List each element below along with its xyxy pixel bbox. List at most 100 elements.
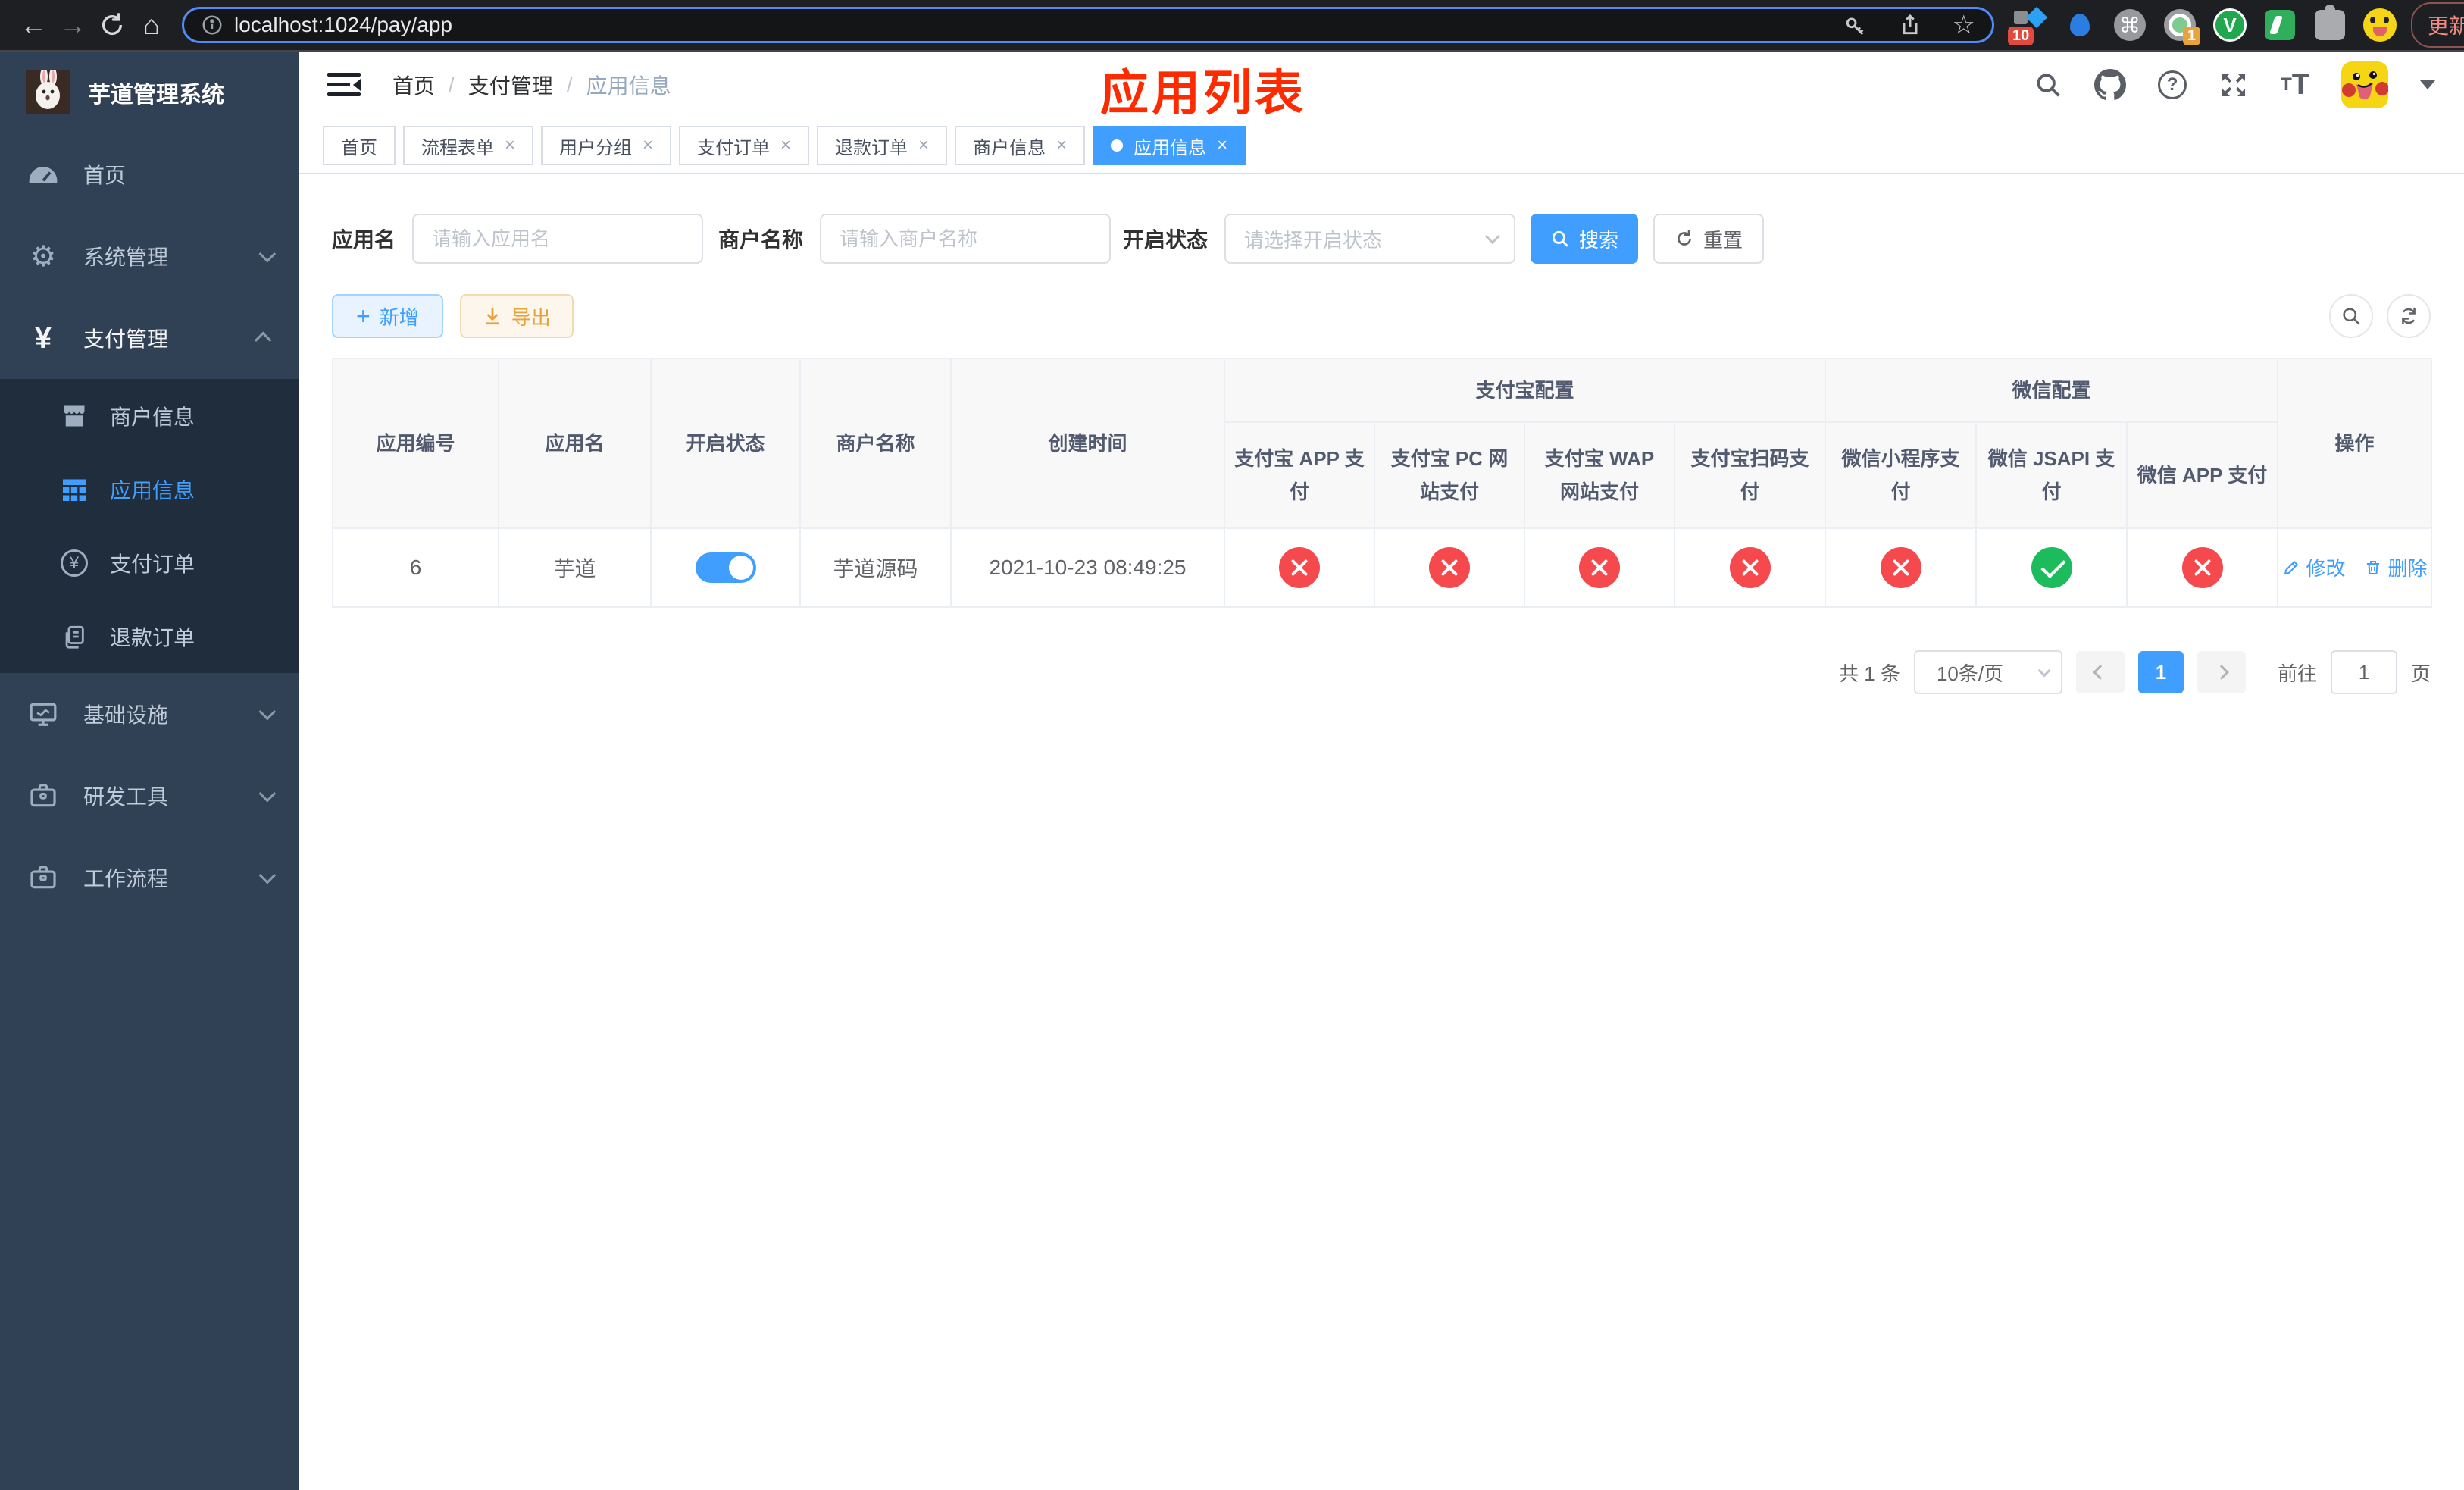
total-count: 共 1 条 (1839, 662, 1900, 685)
breadcrumb: 首页 / 支付管理 / 应用信息 (392, 70, 671, 100)
sidebar-logo[interactable]: 芋道管理系统 (0, 52, 299, 133)
sidebar-item-dev-tools[interactable]: 研发工具 (0, 755, 299, 837)
puzzle-extension-icon[interactable] (2312, 5, 2347, 42)
show-search-toggle-button[interactable] (2329, 294, 2373, 338)
sidebar-collapse-icon[interactable] (327, 71, 361, 99)
reload-icon[interactable] (92, 5, 132, 45)
next-page-button[interactable] (2197, 651, 2246, 693)
page-size-select[interactable]: 10条/页 (1913, 650, 2062, 694)
col-app-id: 应用编号 (332, 358, 499, 529)
recorder-extension-icon[interactable]: 1 (2162, 8, 2200, 45)
browser-toolbar: ← → ⌂ localhost:1024/pay/app ☆ 10 ⌘ 1 V … (0, 0, 2464, 52)
cell-app-name: 芋道 (498, 527, 652, 608)
search-button[interactable]: 搜索 (1531, 214, 1639, 264)
fullscreen-icon[interactable] (2219, 70, 2249, 100)
tab-home[interactable]: 首页 (323, 126, 396, 165)
status-label: 开启状态 (1123, 228, 1209, 252)
col-created: 创建时间 (950, 358, 1225, 529)
col-app-name: 应用名 (498, 358, 652, 529)
chevron-up-icon (254, 331, 272, 349)
chevron-down-icon (258, 245, 277, 263)
alipay-pc-status-icon (1429, 547, 1470, 588)
close-icon[interactable]: × (1056, 135, 1067, 156)
close-icon[interactable]: × (780, 135, 791, 156)
close-icon[interactable]: × (918, 135, 929, 156)
user-avatar[interactable] (2341, 61, 2388, 108)
export-button[interactable]: 导出 (459, 294, 574, 338)
col-actions: 操作 (2277, 358, 2433, 529)
home-icon[interactable]: ⌂ (132, 5, 171, 45)
cell-merchant: 芋道源码 (799, 527, 952, 608)
tab-app-info[interactable]: 应用信息 × (1093, 126, 1246, 165)
goto-page-input[interactable] (2330, 650, 2397, 694)
password-key-icon[interactable] (1843, 13, 1868, 37)
edit-button[interactable]: 修改 (2282, 553, 2346, 581)
flag-extension-icon[interactable] (2262, 8, 2297, 42)
col-wechat-lite: 微信小程序支付 (1825, 421, 1978, 529)
v-extension-icon[interactable]: V (2212, 8, 2247, 42)
tab-refund-order[interactable]: 退款订单 × (817, 126, 948, 165)
page-number-1[interactable]: 1 (2137, 651, 2184, 693)
github-icon[interactable] (2094, 69, 2127, 101)
enabled-toggle[interactable] (695, 552, 756, 583)
grid-extension-icon[interactable]: 10 (2008, 6, 2048, 45)
status-select[interactable]: 请选择开启状态 (1224, 214, 1516, 264)
help-icon[interactable]: ? (2158, 70, 2187, 99)
sidebar-item-system[interactable]: ⚙ 系统管理 (0, 215, 299, 297)
share-icon[interactable] (1898, 13, 1922, 37)
merchant-name-input[interactable] (820, 214, 1112, 264)
command-extension-icon[interactable]: ⌘ (2112, 8, 2147, 42)
prev-page-button[interactable] (2075, 651, 2125, 693)
sidebar: 芋道管理系统 首页 ⚙ 系统管理 ¥ 支付管理 商户信息 应用信息 ¥ 支付订单… (0, 52, 299, 1490)
add-button[interactable]: + 新增 (332, 294, 443, 338)
sidebar-item-home[interactable]: 首页 (0, 133, 299, 215)
wechat-jsapi-status-icon (2031, 547, 2072, 588)
sidebar-item-workflow[interactable]: 工作流程 (0, 837, 299, 919)
page-unit-label: 页 (2410, 662, 2431, 685)
tab-user-group[interactable]: 用户分组 × (541, 126, 672, 165)
refresh-icon (2402, 307, 2416, 325)
back-icon[interactable]: ← (14, 5, 53, 45)
tab-merchant-info[interactable]: 商户信息 × (955, 126, 1086, 165)
edit-pen-icon (2284, 560, 2298, 575)
sidebar-item-merchant-info[interactable]: 商户信息 (0, 379, 299, 452)
breadcrumb-home[interactable]: 首页 (392, 70, 435, 100)
extension-area: 10 ⌘ 1 V (2008, 5, 2397, 45)
search-icon[interactable] (2034, 70, 2062, 99)
reset-button[interactable]: 重置 (1653, 214, 1765, 264)
emoji-extension-icon[interactable] (2362, 8, 2397, 42)
refresh-table-button[interactable] (2387, 294, 2431, 338)
close-icon[interactable]: × (643, 135, 653, 156)
yen-circle-icon: ¥ (58, 549, 90, 577)
forward-icon[interactable]: → (53, 5, 92, 45)
gear-icon: ⚙ (30, 240, 57, 273)
chevron-right-icon (2214, 665, 2229, 680)
search-icon (2343, 308, 2360, 325)
delete-button[interactable]: 删除 (2364, 553, 2428, 581)
breadcrumb-app-info: 应用信息 (586, 74, 671, 98)
sidebar-item-infrastructure[interactable]: 基础设施 (0, 673, 299, 755)
plus-icon: + (356, 302, 371, 330)
bookmark-star-icon[interactable]: ☆ (1953, 10, 1975, 40)
avatar-dropdown-caret-icon[interactable] (2420, 80, 2435, 97)
address-bar[interactable]: localhost:1024/pay/app ☆ (182, 7, 1994, 43)
sidebar-item-payment[interactable]: ¥ 支付管理 (0, 297, 299, 379)
font-size-icon[interactable]: TT (2281, 69, 2309, 102)
tab-process-form[interactable]: 流程表单 × (403, 126, 534, 165)
site-info-icon[interactable] (201, 14, 224, 36)
balloon-extension-icon[interactable] (2062, 8, 2097, 42)
tab-pay-order[interactable]: 支付订单 × (679, 126, 810, 165)
col-group-wechat: 微信配置 (1825, 358, 2279, 423)
chevron-down-icon (258, 784, 277, 803)
sidebar-item-app-info[interactable]: 应用信息 (0, 452, 299, 526)
sidebar-item-pay-order[interactable]: ¥ 支付订单 (0, 526, 299, 599)
extension-badge: 10 (2008, 27, 2034, 45)
sidebar-item-refund-order[interactable]: 退款订单 (0, 599, 299, 673)
chrome-update-button[interactable]: 更新 (2411, 2, 2464, 48)
col-alipay-app: 支付宝 APP 支付 (1224, 421, 1375, 529)
shop-icon (58, 402, 90, 430)
close-icon[interactable]: × (1217, 135, 1227, 156)
app-name-input[interactable] (412, 214, 704, 264)
close-icon[interactable]: × (505, 135, 515, 156)
breadcrumb-payment[interactable]: 支付管理 (468, 70, 553, 100)
